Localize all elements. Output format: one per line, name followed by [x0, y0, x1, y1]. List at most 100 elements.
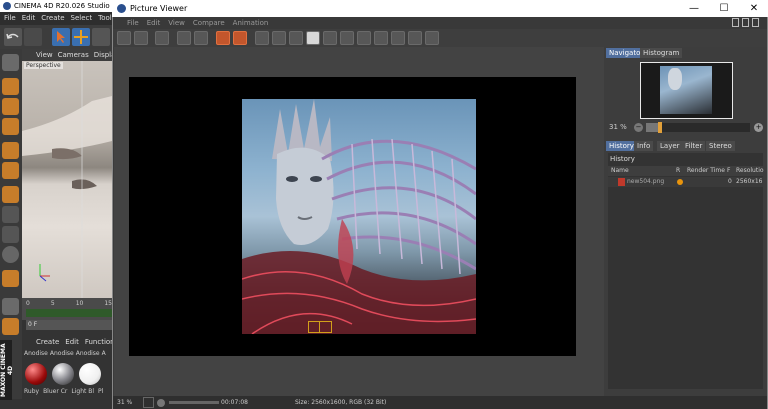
- render-icon[interactable]: [216, 31, 230, 45]
- open-icon[interactable]: [117, 31, 131, 45]
- column-f[interactable]: F: [727, 167, 730, 174]
- pv-menu-edit[interactable]: Edit: [147, 17, 161, 29]
- c4d-menu-create[interactable]: Create: [41, 12, 64, 25]
- b-icon[interactable]: [357, 31, 371, 45]
- material-menu-function[interactable]: Function: [85, 337, 115, 348]
- split-vertical-icon[interactable]: [391, 31, 405, 45]
- c4d-logo-icon: [117, 4, 126, 13]
- material-names-bottom: Ruby Bluer Cr Light Bl Pl: [22, 388, 112, 395]
- render-region-icon[interactable]: [233, 31, 247, 45]
- tab-histogram[interactable]: Histogram: [640, 48, 683, 58]
- zoom-icon[interactable]: [194, 31, 208, 45]
- viewport-menu-cameras[interactable]: Cameras: [58, 49, 89, 61]
- axis-icon[interactable]: [2, 186, 19, 203]
- pv-title-bar: Picture Viewer: [112, 0, 768, 17]
- ab-compare-icon[interactable]: [255, 31, 269, 45]
- material-menu: Create Edit Function: [22, 337, 115, 348]
- material-name: Anodise: [75, 350, 100, 357]
- timeline-tick: 15: [104, 300, 112, 307]
- redo-icon[interactable]: [24, 28, 42, 46]
- material-ruby[interactable]: [25, 363, 47, 385]
- pv-menu-bar: File Edit View Compare Animation: [113, 17, 767, 29]
- c4d-menu-edit[interactable]: Edit: [22, 12, 36, 25]
- ab-swap-icon[interactable]: [272, 31, 286, 45]
- rendered-image[interactable]: [242, 99, 476, 334]
- snap-icon[interactable]: [2, 246, 19, 263]
- magnet-icon[interactable]: [2, 270, 19, 287]
- column-resolution[interactable]: Resolutio: [736, 167, 764, 174]
- pv-menu-animation[interactable]: Animation: [233, 17, 269, 29]
- pv-menu-compare[interactable]: Compare: [193, 17, 225, 29]
- status-dot-icon: [677, 179, 683, 185]
- viewport-menu-view[interactable]: View: [36, 49, 53, 61]
- material-name: Light Bl: [71, 388, 95, 395]
- pv-menu-file[interactable]: File: [127, 17, 139, 29]
- frame-field[interactable]: 0 F: [26, 320, 112, 330]
- layout-icon[interactable]: [752, 18, 759, 27]
- maximize-button[interactable]: ☐: [709, 0, 739, 17]
- tab-stereo[interactable]: Stereo: [706, 141, 735, 151]
- column-name[interactable]: Name: [611, 167, 629, 174]
- grid-icon[interactable]: [2, 298, 19, 315]
- pv-menu-view[interactable]: View: [168, 17, 185, 29]
- select-tool-icon[interactable]: [52, 28, 70, 46]
- timeline-tick: 0: [26, 300, 30, 307]
- zoom-in-button[interactable]: +: [754, 123, 763, 132]
- zoom-minus-icon[interactable]: [157, 399, 165, 407]
- table-row[interactable]: new504.png 0 2560x16: [608, 177, 763, 187]
- viewport[interactable]: [22, 61, 112, 298]
- ab-mode-icon[interactable]: [306, 31, 320, 45]
- material-name: Pl: [98, 388, 104, 395]
- move-tool-icon[interactable]: [72, 28, 90, 46]
- material-menu-create[interactable]: Create: [36, 337, 59, 348]
- zoom-dropdown-icon[interactable]: [143, 397, 154, 408]
- object-mode-icon[interactable]: [2, 162, 19, 179]
- zoom-slider-handle[interactable]: [658, 122, 662, 133]
- status-zoom[interactable]: 31 %: [117, 396, 132, 409]
- mode-icon[interactable]: [2, 54, 19, 71]
- material-light-blue[interactable]: [79, 363, 101, 385]
- close-button[interactable]: ✕: [739, 0, 768, 17]
- polygons-mode-icon[interactable]: [2, 118, 19, 135]
- texture-icon[interactable]: [2, 206, 19, 223]
- model-mode-icon[interactable]: [2, 142, 19, 159]
- ab-diff-icon[interactable]: [289, 31, 303, 45]
- split-icon[interactable]: [374, 31, 388, 45]
- c4d-menu-select[interactable]: Select: [71, 12, 93, 25]
- column-r[interactable]: R: [676, 167, 680, 174]
- tab-layer[interactable]: Layer: [657, 141, 683, 151]
- a-icon[interactable]: [323, 31, 337, 45]
- save-icon[interactable]: [134, 31, 148, 45]
- render-bucket-divider: [319, 321, 320, 333]
- layout-icon[interactable]: [742, 18, 749, 27]
- mouse-icon[interactable]: [2, 226, 19, 243]
- crop-icon[interactable]: [177, 31, 191, 45]
- layout-icon[interactable]: [732, 18, 739, 27]
- zoom-out-button[interactable]: −: [634, 123, 643, 132]
- timeline-bar[interactable]: [26, 309, 112, 317]
- history-filename: new504.png: [627, 178, 665, 185]
- film-icon[interactable]: [155, 31, 169, 45]
- grid-view-icon[interactable]: [408, 31, 422, 45]
- history-resolution: 2560x16: [736, 178, 763, 185]
- tab-info[interactable]: Info: [634, 141, 654, 151]
- minimize-button[interactable]: —: [679, 0, 709, 17]
- pv-toolbar: [113, 29, 767, 47]
- points-mode-icon[interactable]: [2, 78, 19, 95]
- c4d-toolbar: [0, 25, 112, 49]
- scale-tool-icon[interactable]: [92, 28, 110, 46]
- tab-filter[interactable]: Filter: [682, 141, 706, 151]
- layers-icon[interactable]: [2, 318, 19, 335]
- ab-icon[interactable]: [340, 31, 354, 45]
- undo-icon[interactable]: [4, 28, 22, 46]
- material-bluer-chrome[interactable]: [52, 363, 74, 385]
- status-size: Size: 2560x1600, RGB (32 Bit): [295, 399, 387, 406]
- tab-history[interactable]: History: [606, 141, 637, 151]
- column-render-time[interactable]: Render Time: [687, 167, 725, 174]
- fit-icon[interactable]: [425, 31, 439, 45]
- viewport-menu: View Cameras Display: [22, 49, 120, 61]
- edges-mode-icon[interactable]: [2, 98, 19, 115]
- timeline-tick: 10: [75, 300, 84, 307]
- material-menu-edit[interactable]: Edit: [65, 337, 79, 348]
- c4d-menu-file[interactable]: File: [4, 12, 16, 25]
